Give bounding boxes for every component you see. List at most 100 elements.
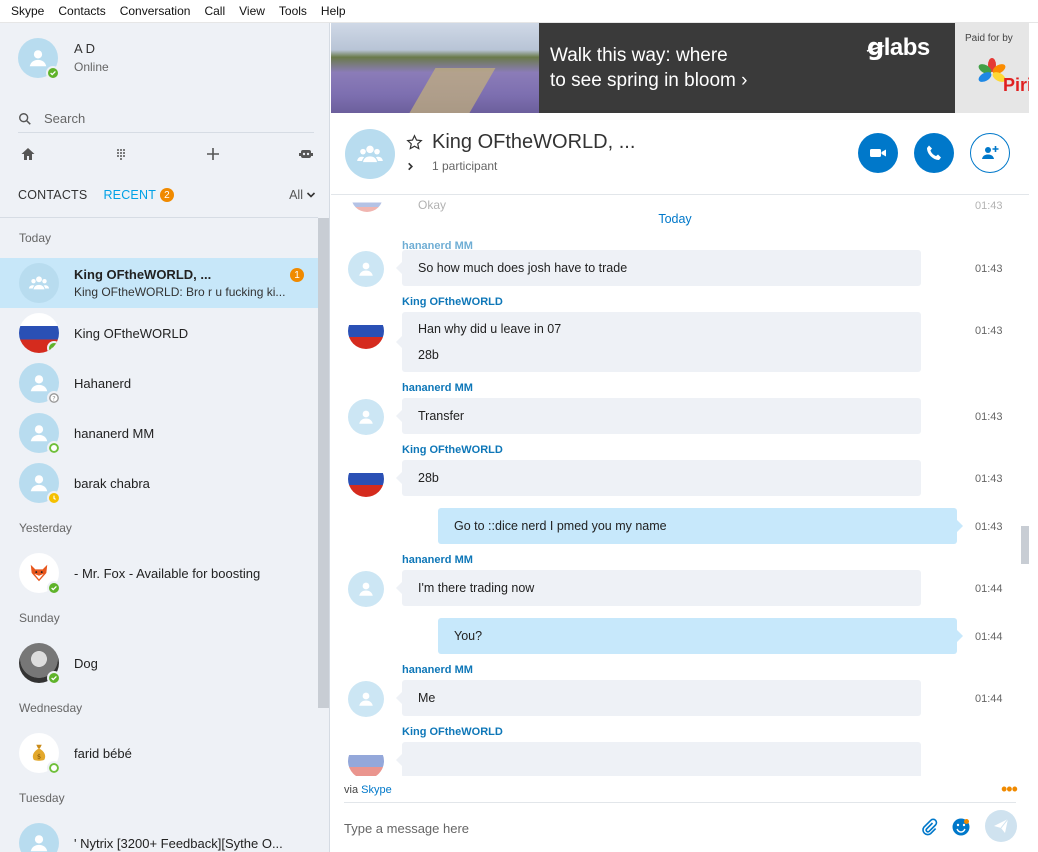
avatar[interactable]	[348, 681, 384, 717]
filter-dropdown[interactable]: All	[289, 188, 316, 202]
list-item[interactable]: ' Nytrix [3200+ Feedback][Sythe O...	[0, 818, 318, 852]
filter-label: All	[289, 188, 303, 202]
home-button[interactable]	[18, 144, 38, 164]
add-participant-button[interactable]	[970, 133, 1010, 173]
message-time: 01:44	[975, 631, 1003, 643]
menu-contacts[interactable]: Contacts	[51, 0, 112, 23]
message-sender: King OFtheWORLD	[402, 444, 503, 456]
message-sender: hananerd MM	[402, 664, 473, 676]
contact-name: King OFtheWORLD, ...	[74, 267, 212, 282]
avatar[interactable]	[345, 129, 395, 179]
contact-name: King OFtheWORLD	[74, 325, 189, 341]
message-bubble[interactable]: Han why did u leave in 07 28b	[396, 312, 921, 372]
list-item[interactable]: ? Hahanerd	[0, 358, 318, 408]
menu-call[interactable]: Call	[197, 0, 232, 23]
star-icon[interactable]	[406, 134, 423, 151]
list-item[interactable]: $ farid bébé	[0, 728, 318, 778]
sidebar: A D Online CONTACTS RECENT2 All Today Ki…	[0, 23, 330, 852]
message-text: 28b	[418, 471, 439, 485]
avatar[interactable]	[348, 313, 384, 349]
message-bubble[interactable]: 28b	[396, 460, 921, 496]
video-call-button[interactable]	[858, 133, 898, 173]
bots-button[interactable]	[296, 144, 316, 164]
home-icon	[21, 148, 35, 160]
list-item[interactable]: King OFtheWORLD	[0, 308, 318, 358]
tab-contacts[interactable]: CONTACTS	[18, 188, 87, 202]
participants-toggle[interactable]: 1 participant	[406, 159, 497, 173]
list-item[interactable]: King OFtheWORLD, ... King OFtheWORLD: Br…	[0, 258, 318, 308]
audio-call-button[interactable]	[914, 133, 954, 173]
list-item[interactable]: Dog	[0, 638, 318, 688]
tab-recent-label: RECENT	[103, 187, 157, 202]
avatar[interactable]	[348, 571, 384, 607]
list-item[interactable]: barak chabra	[0, 458, 318, 508]
profile-name: A D	[74, 41, 95, 56]
faded-message-text: Okay	[418, 198, 447, 212]
ad-brand-text: labs	[883, 34, 931, 61]
contact-name: ' Nytrix [3200+ Feedback][Sythe O...	[74, 835, 283, 851]
presence-online-icon	[47, 581, 61, 595]
contact-tabs: CONTACTS RECENT 2 All	[18, 185, 316, 205]
avatar[interactable]	[348, 399, 384, 435]
avatar[interactable]	[348, 461, 384, 497]
paperclip-icon	[922, 818, 938, 836]
person-icon	[359, 582, 373, 596]
search-box	[18, 105, 314, 133]
conversation-header: King OFtheWORLD, ... 1 participant	[331, 113, 1029, 195]
emoticon-button[interactable]	[949, 815, 973, 839]
message-time: 01:43	[975, 411, 1003, 423]
ad-banner[interactable]: Walk this way: where to see spring in bl…	[331, 23, 1029, 113]
more-options-button[interactable]: •••	[1001, 779, 1018, 800]
message-text: Han why did u leave in 07	[418, 322, 562, 336]
bot-icon	[298, 150, 313, 158]
profile[interactable]: A D Online	[18, 38, 109, 80]
menu-skype[interactable]: Skype	[4, 0, 51, 23]
message-bubble[interactable]: So how much does josh have to trade	[396, 250, 921, 286]
person-icon	[29, 50, 47, 67]
avatar[interactable]	[348, 743, 384, 776]
send-button[interactable]	[985, 810, 1017, 842]
message-text: So how much does josh have to trade	[418, 261, 628, 275]
avatar	[19, 643, 61, 685]
message-bubble-outgoing[interactable]: Go to ::dice nerd I pmed you my name	[438, 508, 963, 544]
avatar	[19, 413, 61, 455]
sidebar-scrollbar[interactable]	[318, 218, 329, 708]
menu-view[interactable]: View	[232, 0, 272, 23]
search-input[interactable]	[44, 111, 284, 126]
dialpad-button[interactable]	[111, 144, 131, 164]
menu-help[interactable]: Help	[314, 0, 353, 23]
ad-image	[331, 23, 539, 113]
menu-conversation[interactable]: Conversation	[113, 0, 198, 23]
attach-file-button[interactable]	[917, 815, 941, 839]
message-input[interactable]	[344, 816, 904, 840]
message-list: Okay 01:43 Today hananerd MM So how much…	[331, 196, 1029, 776]
message-bubble-outgoing[interactable]: You?	[438, 618, 963, 654]
message-bubble[interactable]: I'm there trading now	[396, 570, 921, 606]
avatar	[18, 38, 60, 80]
message-time: 01:44	[975, 693, 1003, 705]
message-scrollbar[interactable]	[1021, 526, 1029, 564]
message-bubble[interactable]: Me	[396, 680, 921, 716]
avatar[interactable]	[348, 251, 384, 287]
composer: via Skype •••	[331, 778, 1029, 852]
menu-tools[interactable]: Tools	[272, 0, 314, 23]
group-label-tuesday: Tuesday	[19, 791, 65, 805]
add-button[interactable]	[203, 144, 223, 164]
message-bubble[interactable]	[396, 742, 921, 776]
date-divider: Today	[658, 212, 692, 226]
list-item[interactable]: hananerd MM	[0, 408, 318, 458]
avatar	[19, 553, 61, 595]
message-text: You?	[454, 629, 483, 643]
avatar	[19, 263, 59, 303]
message-sender: King OFtheWORLD	[402, 726, 503, 738]
person-icon	[359, 410, 373, 424]
message-sender: hananerd MM	[402, 554, 473, 566]
ad-headline: Walk this way: where to see spring in bl…	[550, 43, 748, 93]
message-text: I'm there trading now	[418, 581, 535, 595]
tab-recent[interactable]: RECENT 2	[103, 187, 175, 203]
via-link[interactable]: Skype	[361, 784, 392, 796]
fox-icon	[30, 564, 48, 582]
list-item[interactable]: - Mr. Fox - Available for boosting	[0, 548, 318, 598]
message-bubble[interactable]: Transfer	[396, 398, 921, 434]
participants-count: 1 participant	[432, 159, 498, 173]
